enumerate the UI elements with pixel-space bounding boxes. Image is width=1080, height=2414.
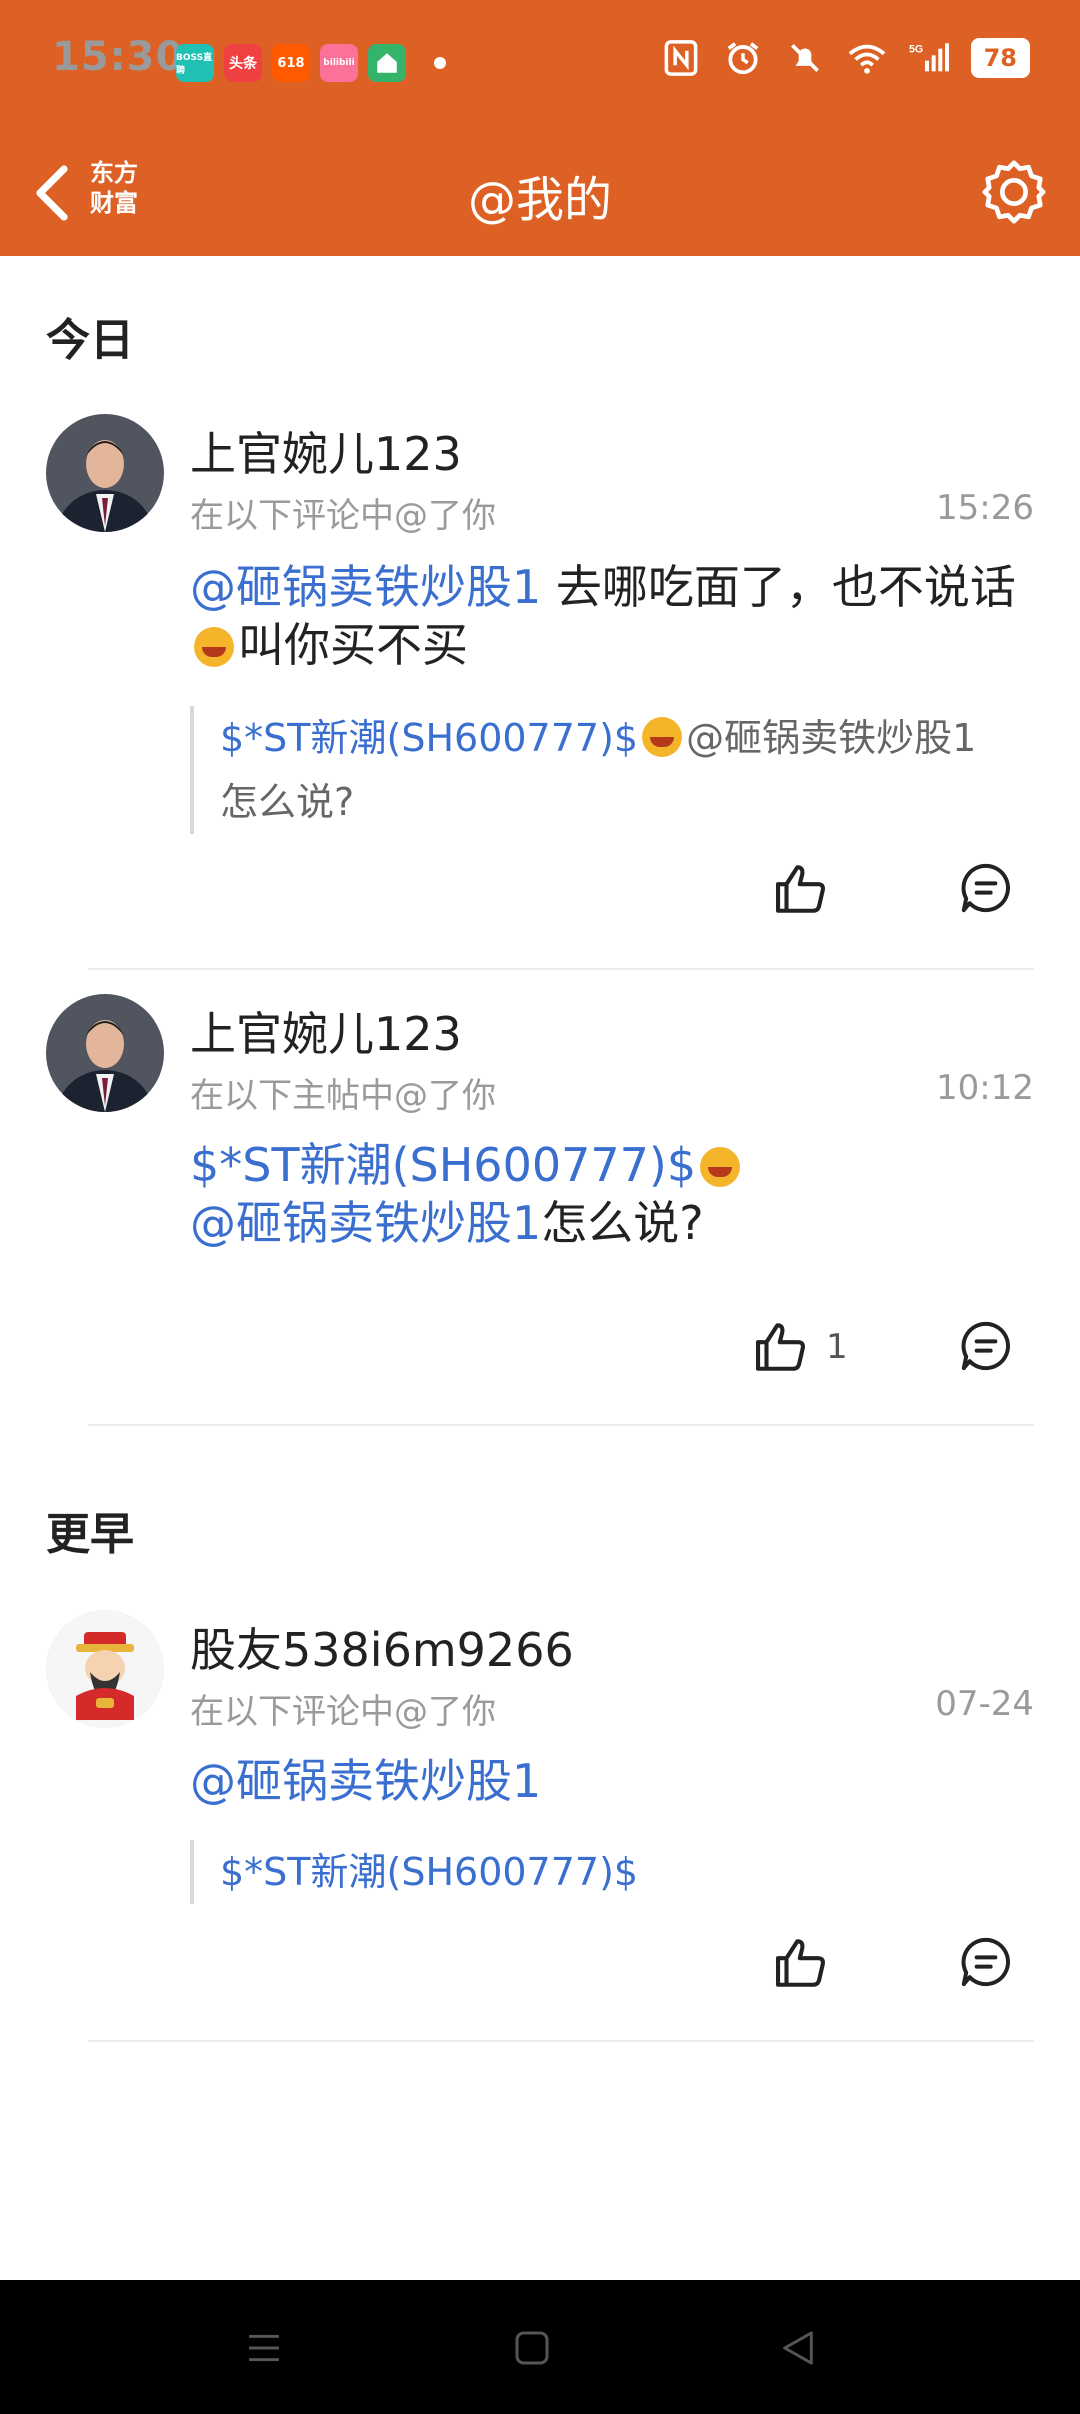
avatar[interactable]: [46, 994, 164, 1112]
grin-emoji-icon: [700, 1147, 741, 1187]
post-context: 在以下主帖中@了你: [190, 1076, 496, 1116]
home-app-icon: [368, 44, 406, 82]
post-text: 去哪吃面了，也不说话: [541, 560, 1016, 614]
settings-button[interactable]: [976, 154, 1052, 230]
stock-link[interactable]: $*ST新潮(SH600777)$: [190, 1138, 696, 1192]
divider: [88, 968, 1034, 970]
mention-link[interactable]: @砸锅卖铁炒股1: [190, 1196, 541, 1250]
menu-icon: [249, 2334, 279, 2362]
toutiao-label: 头条: [229, 56, 257, 72]
stock-link[interactable]: $*ST新潮(SH600777)$: [220, 1850, 638, 1894]
god-of-wealth-avatar-icon: [47, 1611, 163, 1727]
gear-icon: [982, 160, 1046, 224]
taobao-618-icon: 618: [272, 44, 310, 82]
comment-button[interactable]: [958, 860, 1014, 916]
boss-zhipin-label: BOSS直聘: [176, 53, 213, 76]
post-content[interactable]: $*ST新潮(SH600777)$ @砸锅卖铁炒股1怎么说?: [190, 1136, 1020, 1252]
comment-icon: [961, 1321, 1010, 1371]
post-content[interactable]: @砸锅卖铁炒股1: [190, 1752, 1020, 1810]
toutiao-icon: 头条: [224, 44, 262, 82]
divider: [88, 1424, 1034, 1426]
mention-link[interactable]: @砸锅卖铁炒股1: [190, 1754, 541, 1808]
like-button[interactable]: [772, 860, 846, 918]
alarm-icon: [723, 38, 763, 78]
user-avatar-icon: [46, 414, 164, 532]
post-username[interactable]: 股友538i6m9266: [190, 1614, 574, 1680]
taobao-618-label: 618: [277, 55, 305, 71]
comment-icon: [961, 1937, 1010, 1987]
cellular-signal-icon: 5G: [909, 38, 949, 78]
like-count: 1: [826, 1327, 848, 1367]
avatar[interactable]: [46, 414, 164, 532]
post-time: 15:26: [936, 488, 1034, 528]
more-notifications-dot: [434, 57, 446, 69]
like-button[interactable]: 1: [752, 1318, 848, 1376]
comment-icon: [961, 863, 1010, 913]
section-earlier: 更早: [46, 1509, 134, 1560]
battery-indicator: 78: [970, 38, 1030, 78]
home-square-icon: [515, 2331, 549, 2365]
home-nav-button[interactable]: [502, 2318, 562, 2378]
grin-emoji-icon: [642, 717, 683, 757]
system-status-icons: 5G 78: [661, 38, 1030, 78]
bilibili-label: bilibili: [323, 58, 355, 68]
wifi-icon: [847, 38, 887, 78]
back-triangle-icon: [783, 2331, 813, 2365]
post-time: 07-24: [935, 1684, 1034, 1724]
boss-zhipin-icon: BOSS直聘: [176, 44, 214, 82]
post-username[interactable]: 上官婉儿123: [190, 418, 462, 484]
comment-button[interactable]: [958, 1934, 1014, 1990]
mute-icon: [785, 38, 825, 78]
bilibili-icon: bilibili: [320, 44, 358, 82]
system-navigation-bar: [0, 2280, 1080, 2414]
section-today: 今日: [46, 315, 134, 366]
post-text-2: 叫你买不买: [238, 618, 468, 672]
quote-text: 怎么说?: [220, 780, 355, 824]
notification-app-icons: BOSS直聘 头条 618 bilibili: [176, 44, 446, 82]
post-text: 怎么说?: [541, 1196, 704, 1250]
post-context: 在以下评论中@了你: [190, 1692, 496, 1732]
status-bar: 15:30 BOSS直聘 头条 618 bilibili 5G 78: [0, 0, 1080, 130]
divider: [88, 2040, 1034, 2042]
back-nav-button[interactable]: [768, 2318, 828, 2378]
svg-text:5G: 5G: [909, 44, 923, 56]
mention-link[interactable]: @砸锅卖铁炒股1: [190, 560, 541, 614]
avatar[interactable]: [46, 1610, 164, 1728]
nfc-icon: [661, 38, 701, 78]
menu-nav-button[interactable]: [234, 2318, 294, 2378]
user-avatar-icon: [46, 994, 164, 1112]
post-content[interactable]: @砸锅卖铁炒股1 去哪吃面了，也不说话叫你买不买: [190, 558, 1020, 674]
app-header: 东方 财富 @我的: [0, 130, 1080, 256]
thumbs-up-icon: [775, 865, 825, 913]
post-time: 10:12: [936, 1068, 1034, 1108]
grin-emoji-icon: [194, 627, 234, 667]
post-username[interactable]: 上官婉儿123: [190, 998, 462, 1064]
page-title: @我的: [467, 172, 612, 228]
quoted-comment[interactable]: $*ST新潮(SH600777)$: [190, 1840, 1050, 1904]
quoted-comment[interactable]: $*ST新潮(SH600777)$ @砸锅卖铁炒股1 怎么说?: [190, 706, 1050, 834]
comment-button[interactable]: [958, 1318, 1014, 1374]
quote-mention: @砸锅卖铁炒股1: [686, 716, 977, 760]
post-context: 在以下评论中@了你: [190, 496, 496, 536]
thumbs-up-icon: [755, 1323, 805, 1371]
stock-link[interactable]: $*ST新潮(SH600777)$: [220, 716, 638, 760]
like-button[interactable]: [772, 1934, 846, 1992]
thumbs-up-icon: [775, 1939, 825, 1987]
